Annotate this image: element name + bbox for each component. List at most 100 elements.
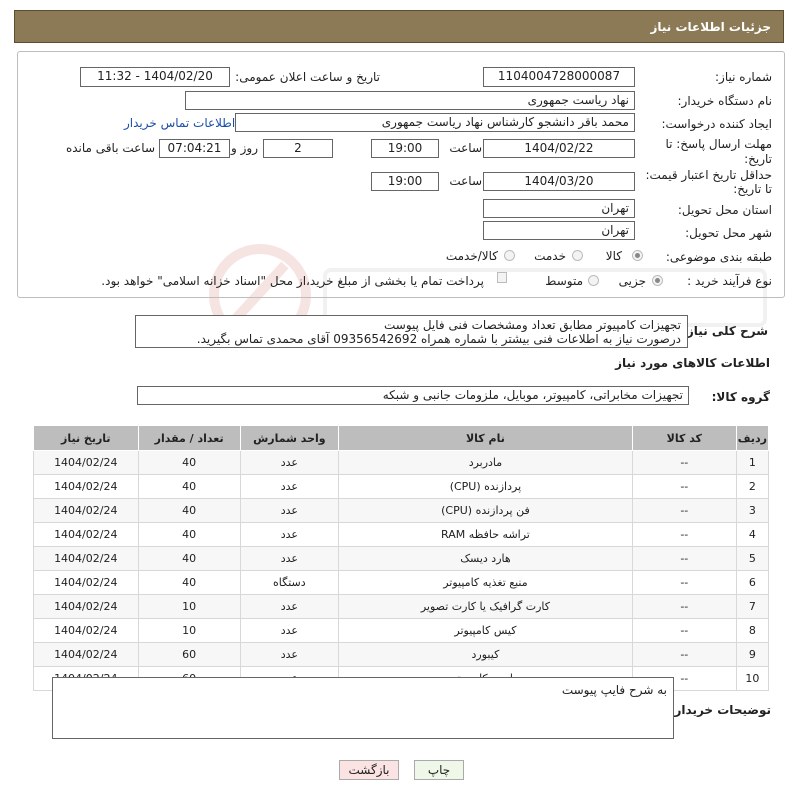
buyer-org-label: نام دستگاه خریدار: xyxy=(677,94,773,108)
cell-unit: عدد xyxy=(239,618,340,643)
cell-item-code: -- xyxy=(631,570,737,595)
purchase-medium-radio[interactable] xyxy=(588,275,599,286)
delivery-province-label: استان محل تحویل: xyxy=(677,203,772,217)
category-service-radio[interactable] xyxy=(572,250,583,261)
reply-date-field[interactable]: 1404/02/22 xyxy=(483,139,635,158)
announce-date-field[interactable]: 1404/02/20 - 11:32 xyxy=(80,67,230,87)
cell-need-date: 1404/02/24 xyxy=(33,474,139,499)
days-field[interactable]: 2 xyxy=(263,139,333,158)
purchase-minor-label: جزیی xyxy=(618,274,646,288)
description-line-2: درصورت نیاز به اطلاعات فنی بیشتر با شمار… xyxy=(196,332,681,346)
back-button[interactable]: بازگشت xyxy=(339,760,399,780)
cell-item-name: پردازنده (CPU) xyxy=(338,474,633,499)
cell-unit: عدد xyxy=(239,546,340,571)
buyer-notes-textarea[interactable]: به شرح فایپ پیوست xyxy=(52,677,674,739)
cell-unit: عدد xyxy=(239,450,340,475)
cell-item-name: مادربرد xyxy=(338,450,633,475)
need-number-label: شماره نیاز: xyxy=(715,70,772,84)
cell-quantity: 40 xyxy=(137,498,241,523)
remaining-label: ساعت باقی مانده xyxy=(65,141,155,155)
cell-row-number: 7 xyxy=(735,594,770,619)
cell-need-date: 1404/02/24 xyxy=(33,450,139,475)
requester-label: ایجاد کننده درخواست: xyxy=(661,117,772,131)
table-row: 6 -- منبع تغذیه کامپیوتر دستگاه 40 1404/02/24 xyxy=(33,570,770,595)
reply-deadline-label-2: تاریخ: xyxy=(744,152,772,166)
cell-need-date: 1404/02/24 xyxy=(33,498,139,523)
cell-item-name: فن پردازنده (CPU) xyxy=(338,498,633,523)
price-validity-date-field[interactable]: 1404/03/20 xyxy=(483,172,635,191)
page-title: جزئیات اطلاعات نیاز xyxy=(650,20,771,34)
cell-unit: عدد xyxy=(239,594,340,619)
cell-row-number: 6 xyxy=(735,570,770,595)
cell-item-code: -- xyxy=(631,450,737,475)
cell-quantity: 40 xyxy=(137,450,241,475)
category-goods-service-label: کالا/خدمت xyxy=(445,249,498,263)
treasury-payment-label: پرداخت تمام یا بخشی از مبلغ خرید،از محل … xyxy=(101,274,484,288)
col-item-code: کد کالا xyxy=(631,425,737,451)
price-validity-label-2: تا تاریخ: xyxy=(733,182,772,196)
cell-quantity: 40 xyxy=(137,546,241,571)
category-goods-radio[interactable] xyxy=(632,250,643,261)
cell-unit: دستگاه xyxy=(239,570,340,595)
cell-need-date: 1404/02/24 xyxy=(33,594,139,619)
delivery-province-field[interactable]: تهران xyxy=(483,199,635,218)
col-quantity: تعداد / مقدار xyxy=(137,425,241,451)
cell-item-code: -- xyxy=(631,522,737,547)
reply-deadline-label: مهلت ارسال پاسخ: تا xyxy=(665,137,772,151)
cell-item-name: هارد دیسک xyxy=(338,546,633,571)
category-goods-label: کالا xyxy=(605,249,622,263)
description-textarea[interactable]: تجهیزات کامپیوتر مطابق تعداد ومشخصات فنی… xyxy=(135,315,688,348)
cell-need-date: 1404/02/24 xyxy=(33,522,139,547)
page-header: جزئیات اطلاعات نیاز xyxy=(14,10,784,43)
treasury-payment-checkbox[interactable] xyxy=(497,272,507,283)
cell-need-date: 1404/02/24 xyxy=(33,546,139,571)
cell-quantity: 60 xyxy=(137,642,241,667)
cell-row-number: 5 xyxy=(735,546,770,571)
cell-row-number: 8 xyxy=(735,618,770,643)
requester-field[interactable]: محمد باقر دانشجو کارشناس نهاد ریاست جمهو… xyxy=(235,113,635,132)
price-validity-time-label: ساعت xyxy=(449,174,482,188)
category-goods-service-radio[interactable] xyxy=(504,250,515,261)
col-row-number: ردیف xyxy=(735,425,770,451)
cell-item-name: منبع تغذیه کامپیوتر xyxy=(338,570,633,595)
table-row: 4 -- تراشه حافظه RAM عدد 40 1404/02/24 xyxy=(33,522,770,547)
cell-item-code: -- xyxy=(631,546,737,571)
cell-quantity: 40 xyxy=(137,570,241,595)
buyer-contact-link[interactable]: اطلاعات تماس خریدار xyxy=(124,116,235,130)
cell-unit: عدد xyxy=(239,498,340,523)
cell-row-number: 4 xyxy=(735,522,770,547)
remaining-time-field[interactable]: 07:04:21 xyxy=(159,139,230,158)
buyer-notes-label: توضیحات خریدار: xyxy=(669,703,771,717)
reply-time-field[interactable]: 19:00 xyxy=(371,139,439,158)
cell-row-number: 2 xyxy=(735,474,770,499)
cell-row-number: 3 xyxy=(735,498,770,523)
days-label: روز و xyxy=(231,141,258,155)
cell-need-date: 1404/02/24 xyxy=(33,570,139,595)
print-button[interactable]: چاپ xyxy=(414,760,464,780)
cell-item-code: -- xyxy=(631,618,737,643)
buyer-org-field[interactable]: نهاد ریاست جمهوری xyxy=(185,91,635,110)
cell-quantity: 40 xyxy=(137,474,241,499)
purchase-minor-radio[interactable] xyxy=(652,275,663,286)
price-validity-time-field[interactable]: 19:00 xyxy=(371,172,439,191)
cell-item-code: -- xyxy=(631,642,737,667)
purchase-medium-label: متوسط xyxy=(545,274,583,288)
cell-row-number: 9 xyxy=(735,642,770,667)
cell-need-date: 1404/02/24 xyxy=(33,642,139,667)
cell-item-name: کارت گرافیک یا کارت تصویر xyxy=(338,594,633,619)
cell-unit: عدد xyxy=(239,522,340,547)
table-row: 3 -- فن پردازنده (CPU) عدد 40 1404/02/24 xyxy=(33,498,770,523)
cell-need-date: 1404/02/24 xyxy=(33,618,139,643)
goods-group-field[interactable]: تجهیزات مخابراتی، کامپیوتر، موبایل، ملزو… xyxy=(137,386,689,405)
goods-group-label: گروه کالا: xyxy=(711,390,770,404)
buyer-notes-text: به شرح فایپ پیوست xyxy=(561,683,667,697)
announce-date-label: تاریخ و ساعت اعلان عمومی: xyxy=(235,70,380,84)
need-number-field[interactable]: 1104004728000087 xyxy=(483,67,635,87)
delivery-city-field[interactable]: تهران xyxy=(483,221,635,240)
category-service-label: خدمت xyxy=(534,249,566,263)
table-row: 2 -- پردازنده (CPU) عدد 40 1404/02/24 xyxy=(33,474,770,499)
cell-unit: عدد xyxy=(239,474,340,499)
cell-item-name: تراشه حافظه RAM xyxy=(338,522,633,547)
col-need-date: تاریخ نیاز xyxy=(33,425,139,451)
col-unit: واحد شمارش xyxy=(239,425,340,451)
